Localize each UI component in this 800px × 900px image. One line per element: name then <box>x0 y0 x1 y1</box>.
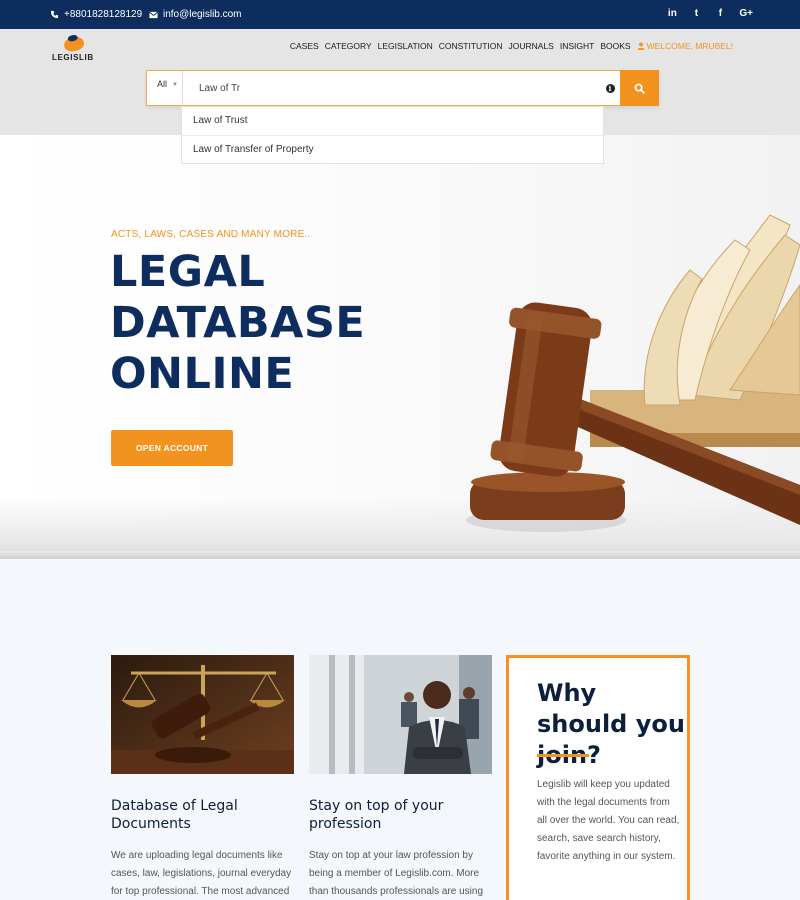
welcome-text: WELCOME, MRUBEL! <box>646 41 733 51</box>
search-icon <box>634 83 645 94</box>
phone-number: +8801828128129 <box>64 9 143 20</box>
why-join-text: Legislib will keep you updated with the … <box>537 779 680 862</box>
nav-constitution[interactable]: CONSTITUTION <box>439 41 503 51</box>
email-address: info@legislib.com <box>163 9 242 20</box>
envelope-icon <box>149 11 158 18</box>
caret-down-icon: ▼ <box>172 82 178 88</box>
google-plus-icon[interactable]: G+ <box>739 8 753 19</box>
suggestion-item[interactable]: Law of Trust <box>182 107 603 135</box>
phone-contact[interactable]: +8801828128129 <box>50 9 142 20</box>
feature-text: We are uploading legal documents like ca… <box>111 850 292 897</box>
search-suggestions: Law of Trust Law of Transfer of Property <box>181 106 604 164</box>
title-underline <box>537 754 589 757</box>
user-icon <box>637 42 644 50</box>
headline-line: ONLINE <box>110 349 295 399</box>
email-contact[interactable]: info@legislib.com <box>149 9 242 20</box>
top-contact-bar: +8801828128129 info@legislib.com in t f … <box>0 0 800 29</box>
why-join-title: Why should you join? <box>537 679 685 769</box>
search-info[interactable]: i <box>600 71 620 105</box>
twitter-icon[interactable]: t <box>691 8 701 19</box>
scales-of-justice-image <box>111 655 294 774</box>
linkedin-icon[interactable]: in <box>667 8 677 19</box>
suggestion-item[interactable]: Law of Transfer of Property <box>182 135 603 163</box>
logo-mark-icon <box>62 35 86 53</box>
open-account-button[interactable]: OPEN ACCOUNT <box>111 430 233 466</box>
nav-cases[interactable]: CASES <box>290 41 319 51</box>
search-button[interactable] <box>620 70 659 106</box>
logo[interactable]: LEGISLIB <box>52 34 100 66</box>
nav-insight[interactable]: INSIGHT <box>560 41 594 51</box>
headline-line: LEGAL <box>110 247 266 297</box>
facebook-icon[interactable]: f <box>715 8 725 19</box>
nav-legislation[interactable]: LEGISLATION <box>378 41 433 51</box>
hero-divider <box>0 551 800 559</box>
user-menu[interactable]: WELCOME, MRUBEL! <box>637 41 733 51</box>
feature-title: Database of Legal Documents <box>111 798 238 832</box>
headline-line: DATABASE <box>110 298 366 348</box>
search-category-value: All <box>157 79 168 89</box>
search-input[interactable] <box>183 71 600 105</box>
feature-card-database: Database of Legal Documents We are uploa… <box>111 655 294 900</box>
gavel-and-book-image <box>466 214 800 532</box>
nav-journals[interactable]: JOURNALS <box>509 41 554 51</box>
search-category-select[interactable]: All ▼ <box>147 71 183 105</box>
why-join-card: Why should you join? Legislib will keep … <box>506 655 690 900</box>
main-nav: CASES CATEGORY LEGISLATION CONSTITUTION … <box>290 41 733 51</box>
nav-books[interactable]: BOOKS <box>600 41 630 51</box>
logo-text: LEGISLIB <box>52 53 94 62</box>
hero-headline: LEGAL DATABASE ONLINE <box>110 247 365 400</box>
feature-card-profession: Stay on top of your profession Stay on t… <box>309 655 492 900</box>
professional-man-image <box>309 655 492 774</box>
phone-icon <box>50 10 59 19</box>
hero-section: ACTS, LAWS, CASES AND MANY MORE.. LEGAL … <box>0 135 800 559</box>
social-links: in t f G+ <box>667 8 753 19</box>
search-bar: All ▼ i <box>146 70 659 106</box>
nav-category[interactable]: CATEGORY <box>325 41 372 51</box>
info-icon: i <box>605 83 615 93</box>
feature-title: Stay on top of your profession <box>309 798 444 832</box>
feature-text: Stay on top at your law profession by be… <box>309 850 484 897</box>
hero-tagline: ACTS, LAWS, CASES AND MANY MORE.. <box>111 229 311 240</box>
